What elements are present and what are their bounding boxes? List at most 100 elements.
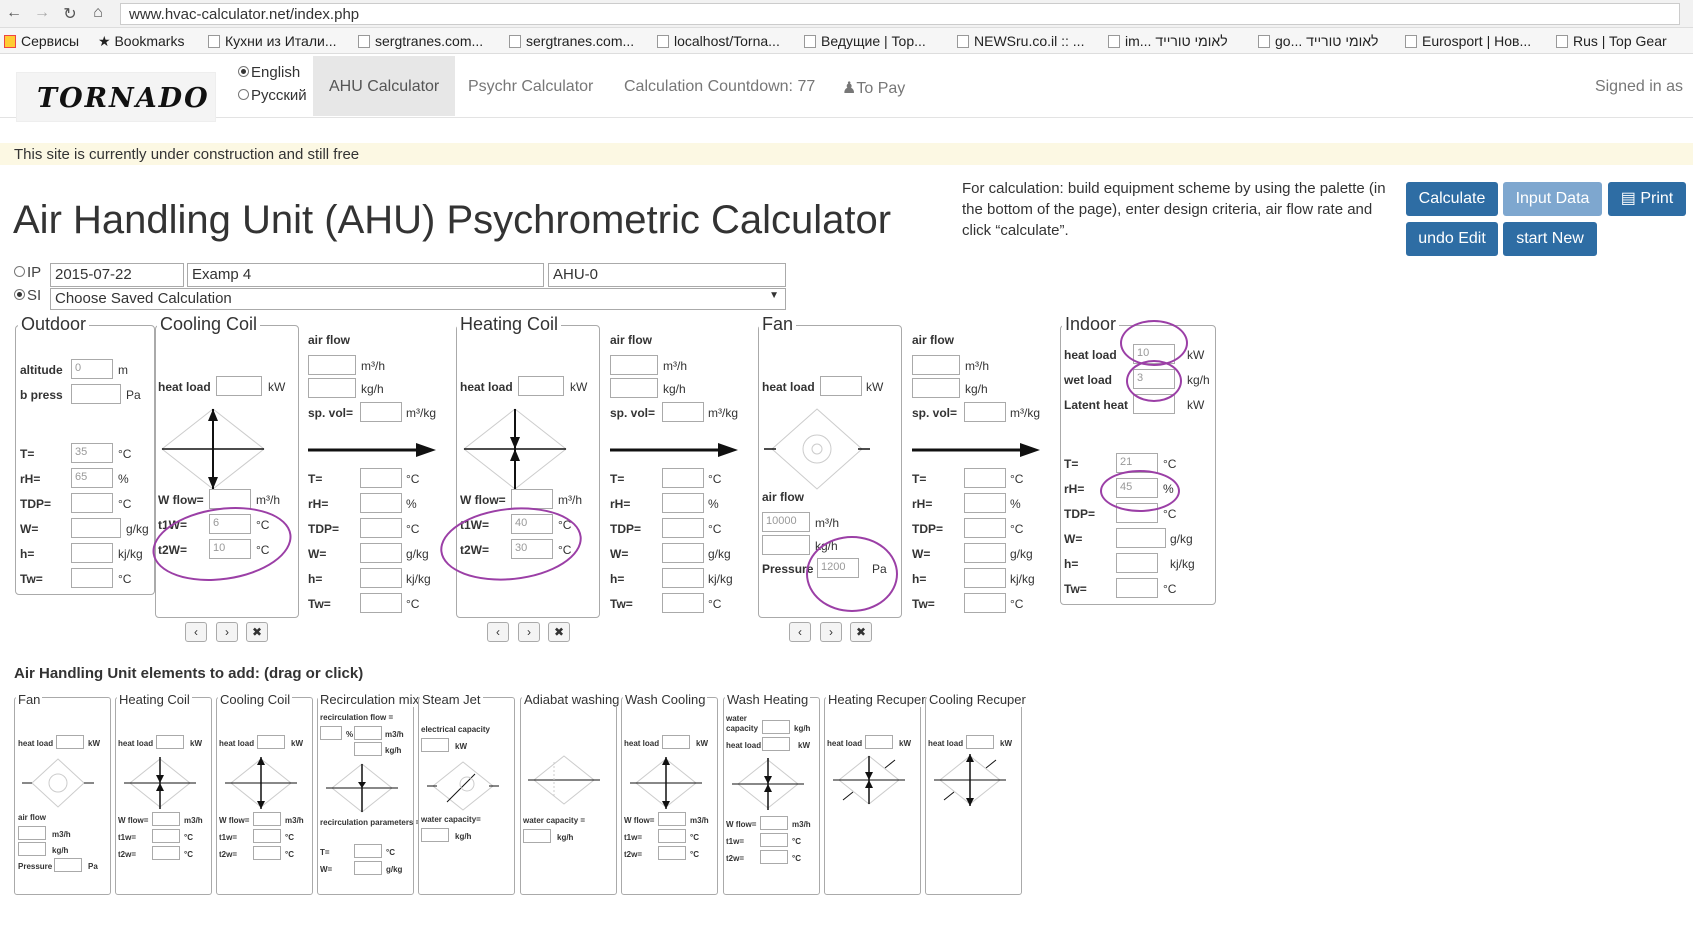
airflow-t-input[interactable] <box>360 468 402 488</box>
altitude-input[interactable]: 0 <box>71 359 113 379</box>
outdoor-w-input[interactable] <box>71 518 121 538</box>
airflow-tw-input[interactable] <box>662 593 704 613</box>
airflow-h-input[interactable] <box>662 568 704 588</box>
start-new-button[interactable]: start New <box>1503 222 1597 256</box>
airflow-rh-input[interactable] <box>360 493 402 513</box>
indoor-w-input[interactable] <box>1116 528 1166 548</box>
airflow-spvol-input[interactable] <box>964 402 1006 422</box>
airflow-tw-input[interactable] <box>360 593 402 613</box>
back-icon[interactable]: ← <box>4 4 24 22</box>
lang-russian[interactable]: Русский <box>238 87 307 104</box>
bookmark-item[interactable]: sergtranes.com... <box>358 33 483 49</box>
palette-label: t2w= <box>219 850 238 859</box>
airflow-tdp-input[interactable] <box>964 518 1006 538</box>
fan-flow-input[interactable]: 10000 <box>762 512 810 532</box>
unit-label: kg/h <box>1187 373 1210 387</box>
airflow-tw-input[interactable] <box>964 593 1006 613</box>
airflow-spvol-input[interactable] <box>360 402 402 422</box>
indoor-h-input[interactable] <box>1116 553 1158 573</box>
unit-name-field[interactable]: AHU-0 <box>548 263 786 287</box>
airflow-m3h-input[interactable] <box>912 355 960 375</box>
bookmark-bookmarks[interactable]: ★ Bookmarks <box>98 33 184 50</box>
bookmark-item[interactable]: im... לאומי טורייד <box>1108 33 1228 49</box>
bookmark-item[interactable]: Кухни из Итали... <box>208 33 337 49</box>
move-left-button[interactable]: ‹ <box>185 622 207 642</box>
bookmark-item[interactable]: Eurosport | Нов... <box>1405 33 1531 49</box>
bookmark-item[interactable]: go... לאומי טורייד <box>1258 33 1378 49</box>
airflow-tdp-input[interactable] <box>662 518 704 538</box>
airflow-rh-input[interactable] <box>662 493 704 513</box>
move-right-button[interactable]: › <box>518 622 540 642</box>
home-icon[interactable]: ⌂ <box>88 4 108 22</box>
units-ip-radio[interactable]: IP <box>14 264 41 281</box>
move-left-button[interactable]: ‹ <box>789 622 811 642</box>
tab-psychr-calculator[interactable]: Psychr Calculator <box>452 56 609 116</box>
units-si-radio[interactable]: SI <box>14 287 41 304</box>
forward-icon[interactable]: → <box>32 4 52 22</box>
airflow-tdp-input[interactable] <box>360 518 402 538</box>
airflow-spvol-input[interactable] <box>662 402 704 422</box>
airflow-m3h-input[interactable] <box>610 355 658 375</box>
outdoor-tw-input[interactable] <box>71 568 113 588</box>
airflow-kgh-input[interactable] <box>308 378 356 398</box>
reload-icon[interactable]: ↻ <box>60 4 80 24</box>
calculate-button[interactable]: Calculate <box>1406 182 1498 216</box>
airflow-w-input[interactable] <box>360 543 402 563</box>
airflow-h-input[interactable] <box>360 568 402 588</box>
bookmark-item[interactable]: Rus | Top Gear <box>1556 33 1667 49</box>
airflow-t-input[interactable] <box>662 468 704 488</box>
palette-label: % <box>346 730 354 739</box>
cooling-heat-load-input[interactable] <box>216 376 262 396</box>
outdoor-rh-input[interactable]: 65 <box>71 468 113 488</box>
url-bar[interactable]: www.hvac-calculator.net/index.php <box>120 3 1680 25</box>
palette-input <box>658 812 686 826</box>
logo[interactable]: TORNADO <box>16 72 216 122</box>
airflow-h-input[interactable] <box>964 568 1006 588</box>
tab-ahu-calculator[interactable]: AHU Calculator <box>313 56 456 116</box>
airflow-w-input[interactable] <box>964 543 1006 563</box>
outdoor-t-input[interactable]: 35 <box>71 443 113 463</box>
palette-label: air flow <box>18 813 47 822</box>
page-icon <box>208 35 220 48</box>
airflow-w-input[interactable] <box>662 543 704 563</box>
delete-button[interactable]: ✖ <box>850 622 872 642</box>
bookmark-item[interactable]: Ведущие | Top... <box>804 33 926 49</box>
date-field[interactable]: 2015-07-22 <box>50 263 184 287</box>
palette-item-title: Wash Cooling <box>623 692 708 707</box>
cooling-wflow-input[interactable] <box>209 489 251 509</box>
move-left-button[interactable]: ‹ <box>487 622 509 642</box>
input-data-button[interactable]: Input Data <box>1503 182 1602 216</box>
fan-kgh-input[interactable] <box>762 535 810 555</box>
lang-english[interactable]: English <box>238 64 300 81</box>
heating-wflow-input[interactable] <box>511 489 553 509</box>
delete-button[interactable]: ✖ <box>548 622 570 642</box>
airflow-rh-input[interactable] <box>964 493 1006 513</box>
print-button[interactable]: ▤ Print <box>1608 182 1686 216</box>
delete-button[interactable]: ✖ <box>246 622 268 642</box>
calc-name-field[interactable]: Examp 4 <box>187 263 544 287</box>
airflow-t-input[interactable] <box>964 468 1006 488</box>
heating-heat-load-input[interactable] <box>518 376 564 396</box>
fan-heat-load-input[interactable] <box>820 376 862 396</box>
airflow-m3h-input[interactable] <box>308 355 356 375</box>
heating-coil-title: Heating Coil <box>457 314 562 335</box>
move-right-button[interactable]: › <box>820 622 842 642</box>
palette-label: heat load <box>118 739 154 748</box>
bookmark-item[interactable]: sergtranes.com... <box>509 33 634 49</box>
palette-input <box>658 846 686 860</box>
signed-in-label[interactable]: Signed in as <box>1595 78 1683 96</box>
to-pay-link[interactable]: ♟To Pay <box>826 56 921 116</box>
bookmark-item[interactable]: localhost/Torna... <box>657 33 780 49</box>
airflow-kgh-input[interactable] <box>610 378 658 398</box>
saved-calculation-select[interactable]: Choose Saved Calculation ▼ <box>50 288 786 310</box>
move-right-button[interactable]: › <box>216 622 238 642</box>
undo-edit-button[interactable]: undo Edit <box>1406 222 1498 256</box>
bookmark-item[interactable]: NEWSru.co.il :: ... <box>957 33 1084 49</box>
calculation-countdown[interactable]: Calculation Countdown: 77 <box>608 56 831 116</box>
outdoor-tdp-input[interactable] <box>71 493 113 513</box>
bookmark-apps[interactable]: Сервисы <box>4 33 79 49</box>
indoor-tw-input[interactable] <box>1116 578 1158 598</box>
airflow-kgh-input[interactable] <box>912 378 960 398</box>
outdoor-h-input[interactable] <box>71 543 113 563</box>
bpress-input[interactable] <box>71 384 121 404</box>
